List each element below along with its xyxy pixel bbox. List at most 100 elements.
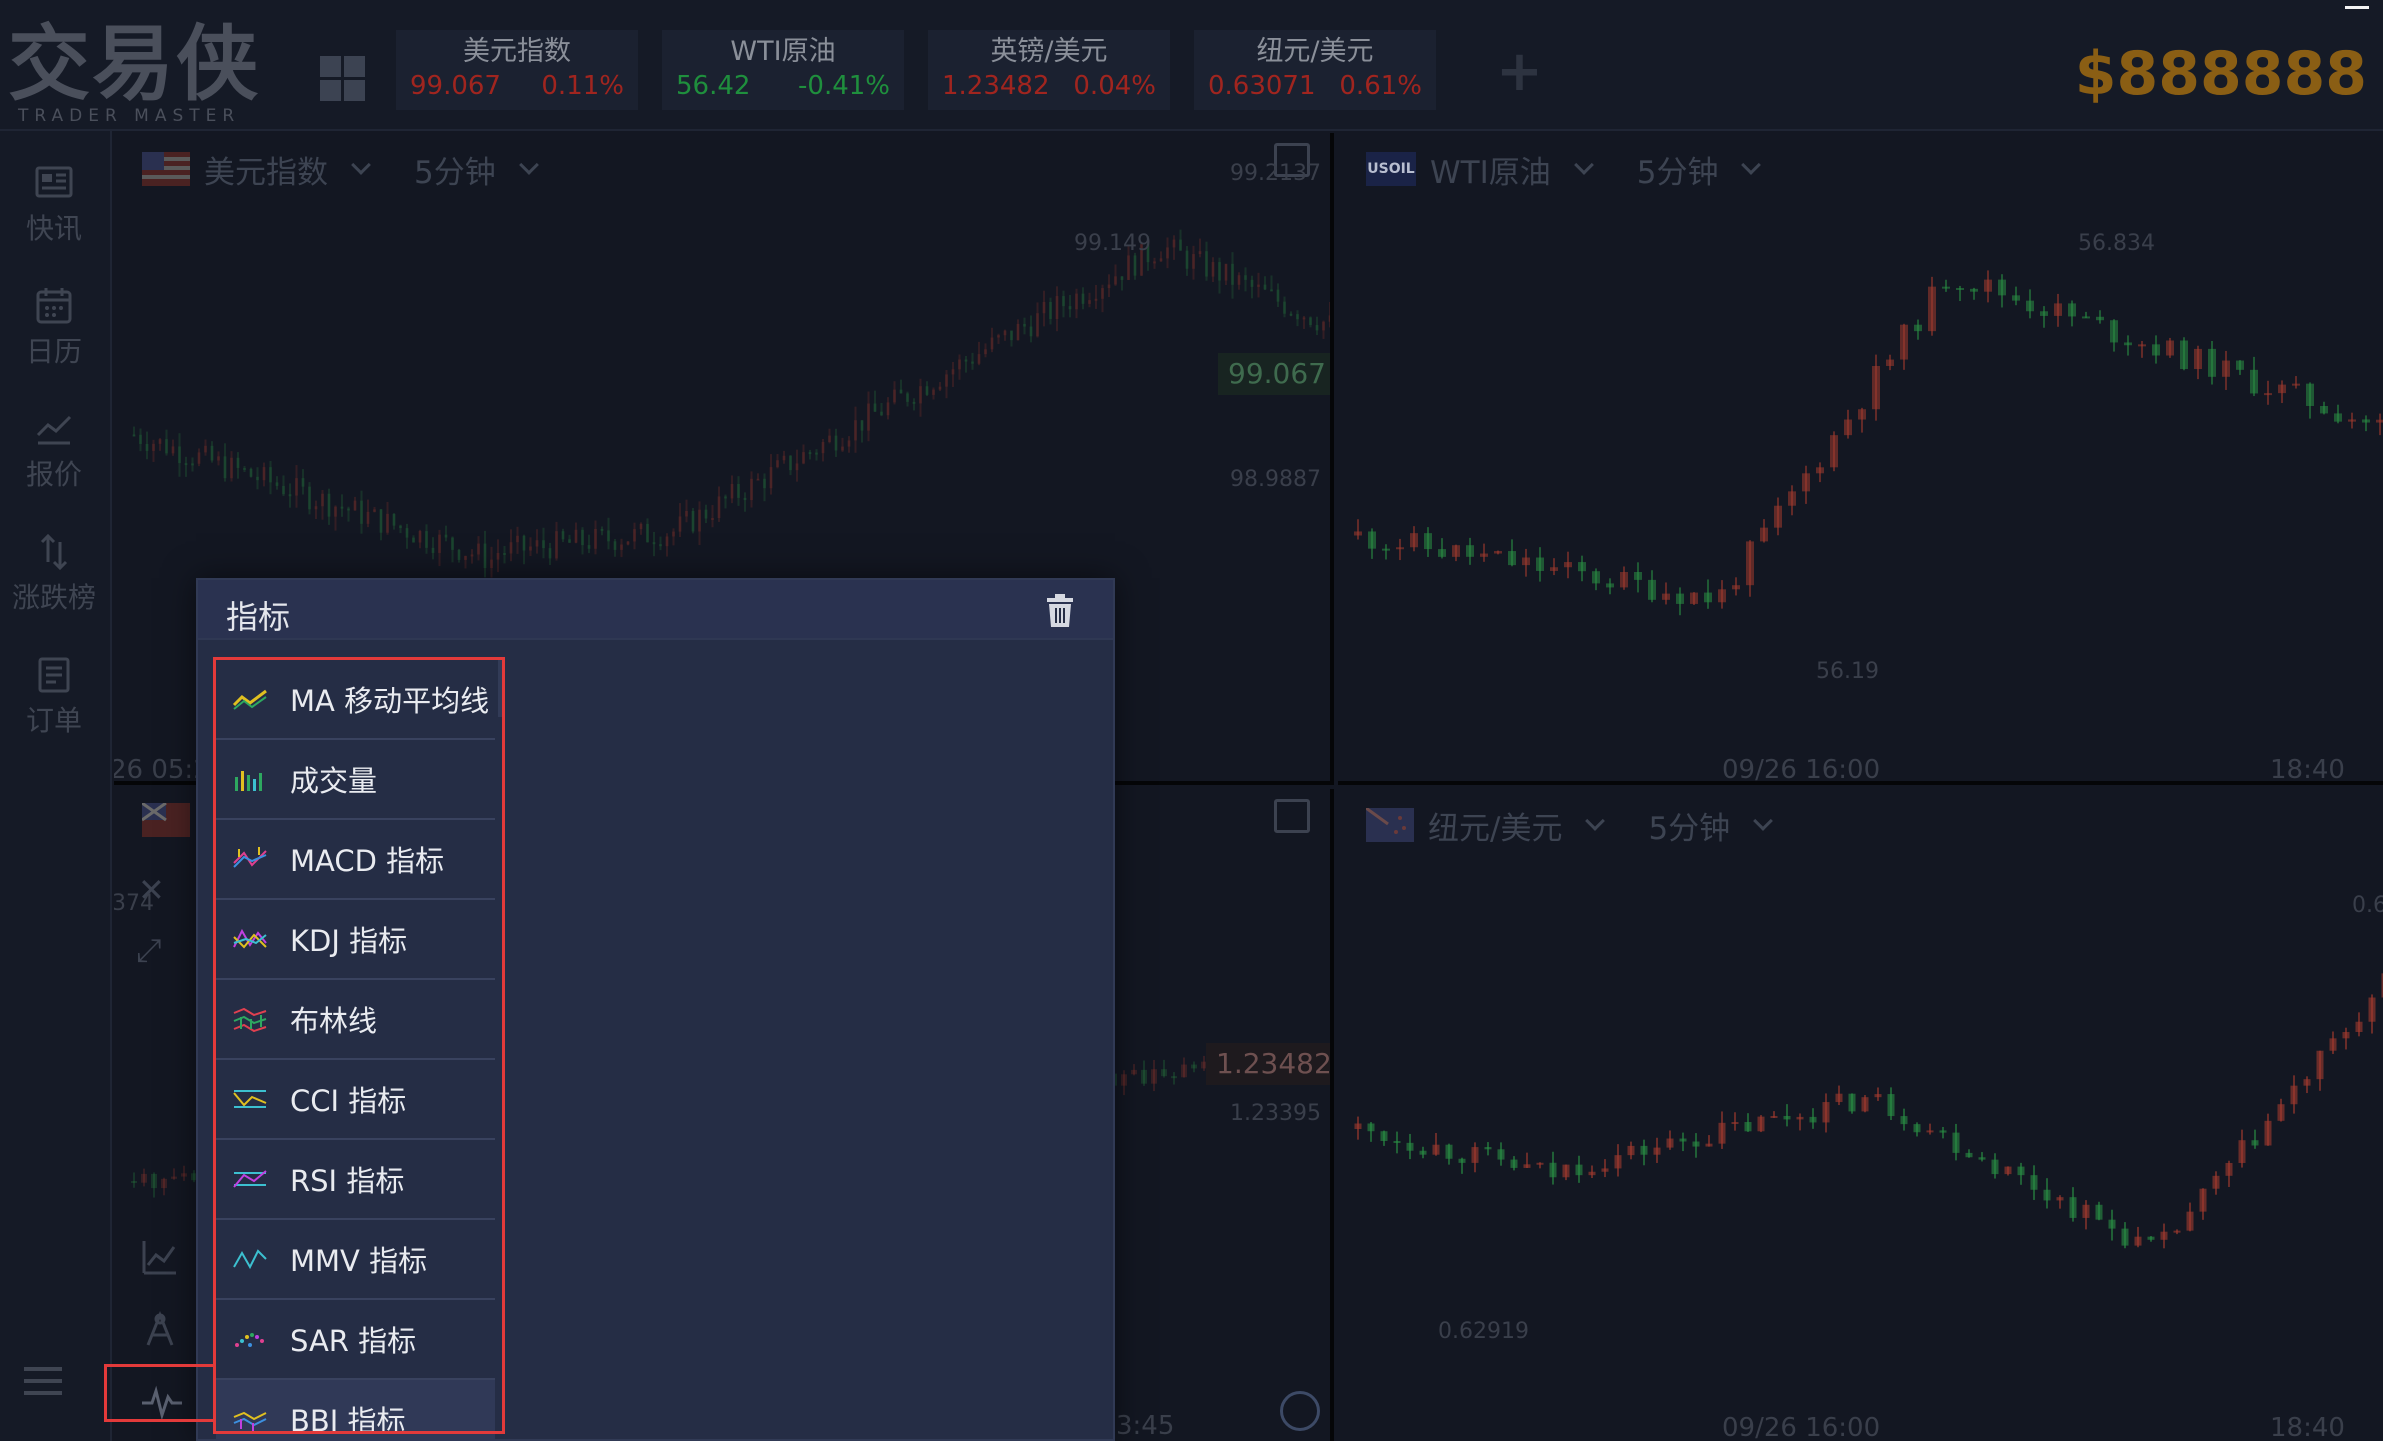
candle-body xyxy=(1900,324,1908,360)
candle-body xyxy=(431,547,435,553)
sidebar-item-orders[interactable]: 订单 xyxy=(0,629,108,739)
candle-body xyxy=(1861,1097,1869,1112)
minimize-button[interactable] xyxy=(2345,6,2369,9)
candle-body xyxy=(873,403,877,412)
candle-body xyxy=(223,456,227,479)
candle-body xyxy=(444,534,448,538)
candle-body xyxy=(1835,1093,1843,1103)
candle-body xyxy=(1653,1147,1661,1155)
candle-body xyxy=(1276,289,1280,302)
candle-body xyxy=(2222,360,2230,377)
candle-body xyxy=(1744,1122,1752,1132)
candle-body xyxy=(795,463,799,471)
interval-selector[interactable]: 5分钟 xyxy=(1648,803,1730,848)
candle-body xyxy=(1153,261,1156,264)
candle-body xyxy=(886,402,890,416)
candle-body xyxy=(470,554,474,557)
candle-body xyxy=(1874,1094,1882,1098)
candle-body xyxy=(1094,298,1098,301)
candle-body xyxy=(2329,1038,2337,1051)
sidebar-item-news[interactable]: 快讯 xyxy=(0,137,108,247)
indicator-chart-icon[interactable] xyxy=(140,1237,180,1277)
sidebar-item-quotes[interactable]: 报价 xyxy=(0,383,108,493)
layout-grid-icon[interactable] xyxy=(312,48,365,101)
time-label: 18:40 xyxy=(2270,1413,2345,1441)
trash-icon[interactable] xyxy=(1045,594,1075,628)
chevron-down-icon[interactable] xyxy=(1741,155,1762,175)
candle-body xyxy=(1036,313,1039,337)
logo-text: 交易侠 xyxy=(8,17,261,112)
candle-body xyxy=(425,531,428,548)
interval-selector[interactable]: 5分钟 xyxy=(414,147,496,192)
chevron-down-icon[interactable] xyxy=(1753,811,1774,831)
ticker-name: 英镑/美元 xyxy=(990,36,1108,67)
sidebar-item-ranking[interactable]: 涨跌榜 xyxy=(0,506,108,616)
candle-body xyxy=(1029,326,1033,337)
candle-body xyxy=(1016,323,1020,341)
candle-body xyxy=(1858,409,1866,420)
interval-selector[interactable]: 5分钟 xyxy=(1637,147,1719,192)
candle-body xyxy=(1088,300,1091,304)
candle-body xyxy=(776,460,779,468)
drawing-tool-icon[interactable] xyxy=(140,1309,180,1349)
chevron-down-icon[interactable] xyxy=(1585,811,1606,831)
top-bar: 交易侠 TRADER MASTER 美元指数 99.067 0.11% WTI原油… xyxy=(0,0,2383,131)
chart-pane-wti[interactable]: USOIL WTI原油 5分钟 56.834 56.19 09/26 16:00… xyxy=(1338,133,2383,785)
refresh-icon[interactable] xyxy=(1280,1391,1320,1431)
candle-body xyxy=(711,518,714,521)
ticker-nzdusd[interactable]: 纽元/美元 0.63071 0.61% xyxy=(1194,30,1436,110)
candle-body xyxy=(1141,1069,1147,1084)
candle-body xyxy=(275,482,279,486)
chart-pane-nzdusd[interactable]: 纽元/美元 5分钟 0.6 0.62919 09/26 16:00 18:40 xyxy=(1338,789,2383,1441)
candle-body xyxy=(2277,1104,2285,1121)
symbol-selector[interactable]: WTI原油 xyxy=(1430,147,1551,192)
symbol-selector[interactable]: 美元指数 xyxy=(204,147,328,192)
candle-body xyxy=(1578,562,1586,572)
candle-body xyxy=(1302,317,1306,320)
chevron-down-icon[interactable] xyxy=(351,155,371,175)
candle-body xyxy=(665,536,669,547)
candle-body xyxy=(1120,276,1124,280)
time-label: 09/26 16:00 xyxy=(1722,1413,1881,1441)
candle-body xyxy=(2068,303,2076,317)
expand-icon[interactable]: ⤢ xyxy=(136,931,162,970)
symbol-selector[interactable]: 纽元/美元 xyxy=(1428,803,1562,848)
ticker-dxy[interactable]: 美元指数 99.067 0.11% xyxy=(396,30,638,110)
candle-body xyxy=(145,443,149,451)
candle-body xyxy=(1848,1093,1856,1112)
candle-body xyxy=(1523,1164,1531,1168)
candle-body xyxy=(834,435,838,451)
candle-body xyxy=(1296,314,1299,320)
candle-body xyxy=(958,359,961,370)
candle-body xyxy=(548,548,552,559)
candle-body xyxy=(587,545,591,549)
candle-body xyxy=(1466,545,1474,557)
time-label: 18:40 xyxy=(2270,755,2345,785)
candle-body xyxy=(161,1178,167,1189)
candle-body xyxy=(516,535,519,543)
candle-body xyxy=(600,528,604,531)
sidebar-item-calendar[interactable]: 日历 xyxy=(0,260,108,370)
candle-body xyxy=(1218,262,1221,281)
candle-body xyxy=(2238,1140,2246,1163)
current-price-tag: 1.23482 xyxy=(1206,1043,1330,1085)
candle-body xyxy=(1181,1064,1187,1078)
candle-body xyxy=(1648,579,1656,600)
candle-body xyxy=(945,374,948,387)
candle-body xyxy=(1705,1143,1713,1147)
chevron-down-icon[interactable] xyxy=(518,155,539,175)
candle-body xyxy=(178,446,181,464)
ticker-wti[interactable]: WTI原油 56.42 -0.41% xyxy=(662,30,904,110)
candle-body xyxy=(1575,1164,1583,1176)
panel-toggle-icon[interactable] xyxy=(1274,799,1310,833)
indicator-list-highlight xyxy=(213,657,505,1434)
candle-body xyxy=(906,393,909,402)
add-ticker-button[interactable]: + xyxy=(1496,44,1543,100)
ticker-gbpusd[interactable]: 英镑/美元 1.23482 0.04% xyxy=(928,30,1170,110)
candle-body xyxy=(451,537,454,550)
candle-body xyxy=(1900,1116,1908,1125)
candle-body xyxy=(1244,275,1247,280)
chevron-down-icon[interactable] xyxy=(1573,155,1594,175)
candle-body xyxy=(321,493,324,507)
menu-icon[interactable] xyxy=(24,1367,64,1397)
